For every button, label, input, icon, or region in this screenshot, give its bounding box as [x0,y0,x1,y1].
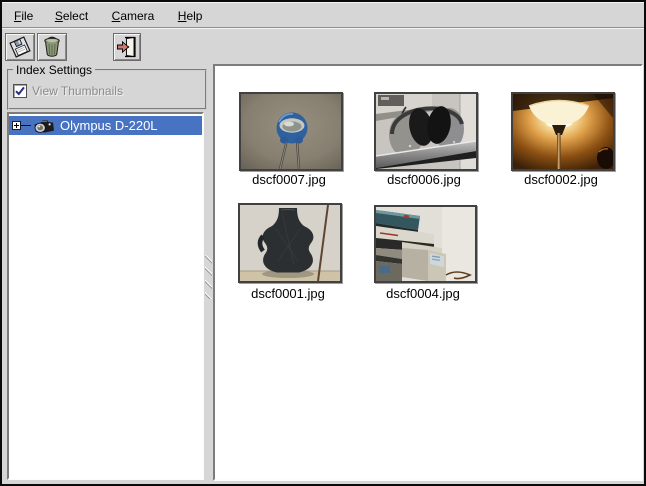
exit-door-icon [115,35,139,59]
gtkam-window: File Select Camera Help [0,0,646,486]
frame-title: Index Settings [13,63,95,77]
thumbnail-dscf0006[interactable] [374,92,478,171]
delete-button[interactable] [37,33,67,61]
expander-plus-icon[interactable] [12,121,21,130]
camera-icon [32,118,56,134]
tree-branch-line [21,125,31,126]
camera-tree: Olympus D-220L [7,112,204,480]
menu-help[interactable]: Help [176,2,205,27]
view-thumbnails-checkbox[interactable] [13,84,27,98]
menu-select[interactable]: Select [53,2,90,27]
thumbnail-filename: dscf0007.jpg [219,172,359,187]
photo-blue-component [241,94,341,169]
thumbnail-dscf0002[interactable] [511,92,615,171]
thumbnail-filename: dscf0006.jpg [354,172,494,187]
thumbnail-dscf0001[interactable] [238,203,342,283]
menu-camera[interactable]: Camera [110,2,157,27]
photo-guitar-case [240,205,340,281]
save-button[interactable] [5,33,35,61]
checkmark-icon [14,85,26,97]
camera-tree-label: Olympus D-220L [60,118,158,133]
thumbnail-filename: dscf0002.jpg [491,172,631,187]
menubar: File Select Camera Help [2,2,644,28]
view-thumbnails-label: View Thumbnails [32,84,123,98]
index-settings-frame: Index Settings View Thumbnails [7,69,207,110]
pane-resize-handle[interactable] [204,64,213,481]
exit-button[interactable] [113,33,141,61]
thumbnail-browser: dscf0007.jpg [213,64,643,481]
thumbnail-filename: dscf0001.jpg [218,286,358,301]
tree-item-camera[interactable]: Olympus D-220L [9,116,202,135]
thumbnail-filename: dscf0004.jpg [353,286,493,301]
thumbnail-dscf0007[interactable] [239,92,343,171]
photo-headphones [376,94,476,169]
trash-can-icon [40,35,64,59]
photo-printer-desk [376,207,475,281]
thumbnail-dscf0004[interactable] [374,205,477,283]
photo-floor-lamp [513,94,613,169]
view-thumbnails-row: View Thumbnails [13,84,123,98]
menu-file[interactable]: File [12,2,35,27]
grip-icon [205,255,212,299]
floppy-disk-icon [8,35,32,59]
